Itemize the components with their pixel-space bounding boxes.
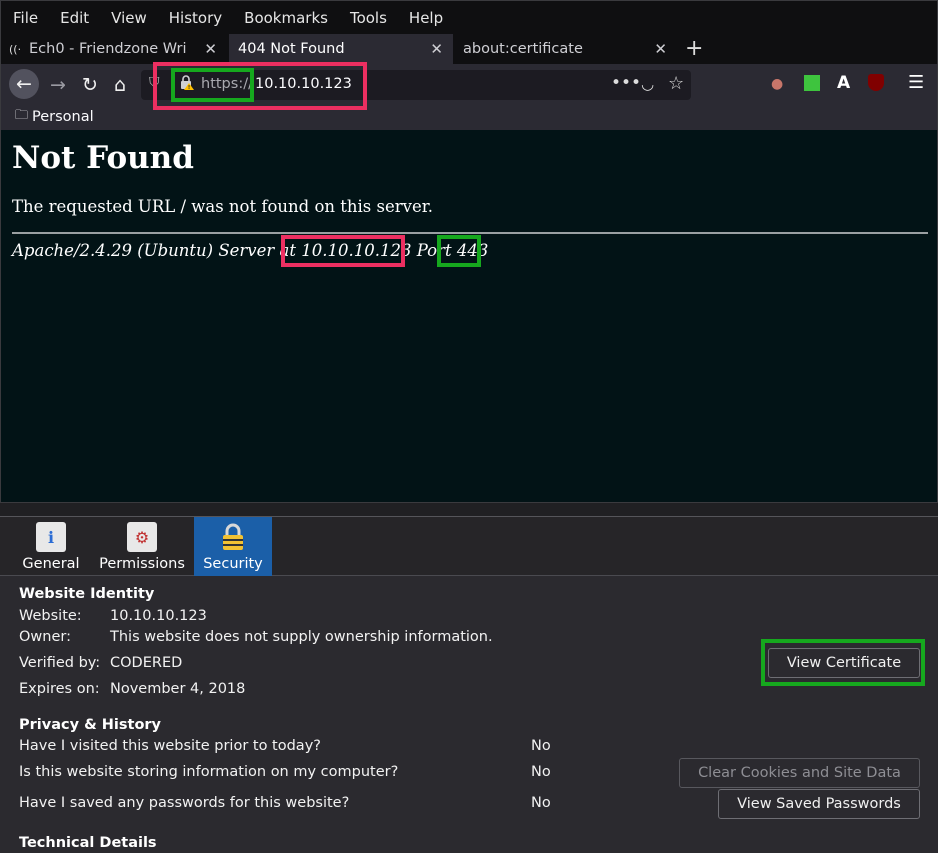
home-icon[interactable]: ⌂	[107, 72, 133, 98]
tab-about-certificate[interactable]: about:certificate ✕	[455, 34, 677, 64]
ublock-origin-icon[interactable]	[868, 74, 884, 91]
page-actions-menu-icon[interactable]: •••	[611, 73, 641, 93]
browser-window: File Edit View History Bookmarks Tools H…	[0, 0, 938, 503]
bookmark-folder-personal[interactable]: Personal	[32, 109, 94, 125]
extension-green-icon[interactable]	[804, 75, 820, 91]
menu-help[interactable]: Help	[409, 9, 443, 27]
owner-label: Owner:	[19, 629, 71, 645]
server-signature: Apache/2.4.29 (Ubuntu) Server at 10.10.1…	[12, 241, 488, 260]
server-port-label: Port	[416, 241, 452, 260]
menu-file[interactable]: File	[13, 9, 38, 27]
tab-label: Permissions	[99, 556, 185, 572]
view-saved-passwords-button[interactable]: View Saved Passwords	[718, 789, 920, 819]
passwords-answer: No	[531, 795, 551, 811]
menu-view[interactable]: View	[111, 9, 147, 27]
tab-security[interactable]: Security	[194, 517, 272, 576]
page-info-dialog: ℹ General ⚙ Permissions Security Website…	[0, 516, 938, 853]
permissions-icon: ⚙	[127, 522, 157, 552]
tab-title: Ech0 - Friendzone Wri	[29, 41, 187, 57]
extension-a-icon[interactable]: A	[837, 73, 850, 93]
page-heading: Not Found	[12, 140, 194, 176]
back-icon[interactable]: ←	[9, 69, 39, 99]
server-signature-prefix: Apache/2.4.29 (Ubuntu) Server at	[12, 241, 296, 260]
visited-question: Have I visited this website prior to tod…	[19, 738, 321, 754]
technical-details-header: Technical Details	[19, 835, 157, 851]
clear-cookies-button[interactable]: Clear Cookies and Site Data	[679, 758, 920, 788]
tab-general[interactable]: ℹ General	[10, 517, 92, 576]
owner-value: This website does not supply ownership i…	[110, 629, 493, 645]
close-tab-icon[interactable]: ✕	[204, 40, 217, 58]
tab-404-not-found[interactable]: 404 Not Found ✕	[229, 34, 453, 64]
padlock-icon	[218, 522, 248, 552]
server-port: 443	[456, 241, 489, 260]
tab-label: General	[22, 556, 80, 572]
menu-history[interactable]: History	[169, 9, 222, 27]
forward-icon[interactable]: →	[45, 72, 71, 98]
url-protocol: https://	[201, 76, 253, 92]
divider	[12, 232, 928, 234]
expires-on-value: November 4, 2018	[110, 681, 246, 697]
verified-by-value: CODERED	[110, 655, 183, 671]
tab-title: 404 Not Found	[238, 41, 345, 57]
url-host: 10.10.10.123	[255, 76, 352, 92]
reload-icon[interactable]: ↻	[77, 72, 103, 98]
privacy-history-header: Privacy & History	[19, 717, 162, 733]
storing-answer: No	[531, 764, 551, 780]
tab-label: Security	[203, 556, 263, 572]
folder-icon: 🗀	[15, 108, 29, 123]
menu-tools[interactable]: Tools	[350, 9, 387, 27]
url-bar[interactable]: ⛉ https:// 10.10.10.123 ••• ◡ ☆	[141, 70, 691, 100]
website-value: 10.10.10.123	[110, 608, 207, 624]
tab-title: about:certificate	[463, 41, 583, 57]
general-info-icon: ℹ	[36, 522, 66, 552]
insecure-lock-warning-icon[interactable]	[179, 75, 195, 95]
passwords-question: Have I saved any passwords for this webs…	[19, 795, 350, 811]
website-identity-header: Website Identity	[19, 586, 155, 602]
close-tab-icon[interactable]: ✕	[430, 40, 443, 58]
page-content: Not Found The requested URL / was not fo…	[1, 130, 937, 502]
tab-permissions[interactable]: ⚙ Permissions	[92, 517, 192, 576]
tracking-protection-shield-icon[interactable]: ⛉	[149, 75, 160, 91]
view-certificate-button[interactable]: View Certificate	[768, 648, 920, 678]
server-host: 10.10.10.123	[301, 241, 412, 260]
new-tab-icon[interactable]: +	[685, 36, 703, 61]
menu-bar: File Edit View History Bookmarks Tools H…	[1, 1, 937, 34]
bookmark-star-icon[interactable]: ☆	[668, 73, 684, 94]
menu-bookmarks[interactable]: Bookmarks	[244, 9, 328, 27]
bookmarks-toolbar: 🗀 Personal	[1, 104, 937, 130]
verified-by-label: Verified by:	[19, 655, 101, 671]
tab-strip: ((· Ech0 - Friendzone Wri ✕ 404 Not Foun…	[1, 34, 937, 64]
expires-on-label: Expires on:	[19, 681, 100, 697]
storing-question: Is this website storing information on m…	[19, 764, 399, 780]
visited-answer: No	[531, 738, 551, 754]
pocket-icon[interactable]: ◡	[641, 75, 654, 93]
menu-edit[interactable]: Edit	[60, 9, 89, 27]
site-favicon-icon: ((·	[9, 42, 22, 56]
extension-cookie-icon[interactable]: ●	[771, 76, 783, 92]
tab-ech0[interactable]: ((· Ech0 - Friendzone Wri ✕	[1, 34, 227, 64]
security-panel: Website Identity Website: 10.10.10.123 O…	[0, 576, 938, 853]
error-message: The requested URL / was not found on thi…	[12, 197, 434, 216]
website-label: Website:	[19, 608, 82, 624]
page-info-tabs: ℹ General ⚙ Permissions Security	[0, 517, 938, 576]
hamburger-menu-icon[interactable]: ☰	[908, 72, 924, 93]
navigation-toolbar: ← → ↻ ⌂ ⛉ https:// 10.10.10.123 ••• ◡ ☆ …	[1, 64, 937, 104]
close-tab-icon[interactable]: ✕	[654, 40, 667, 58]
